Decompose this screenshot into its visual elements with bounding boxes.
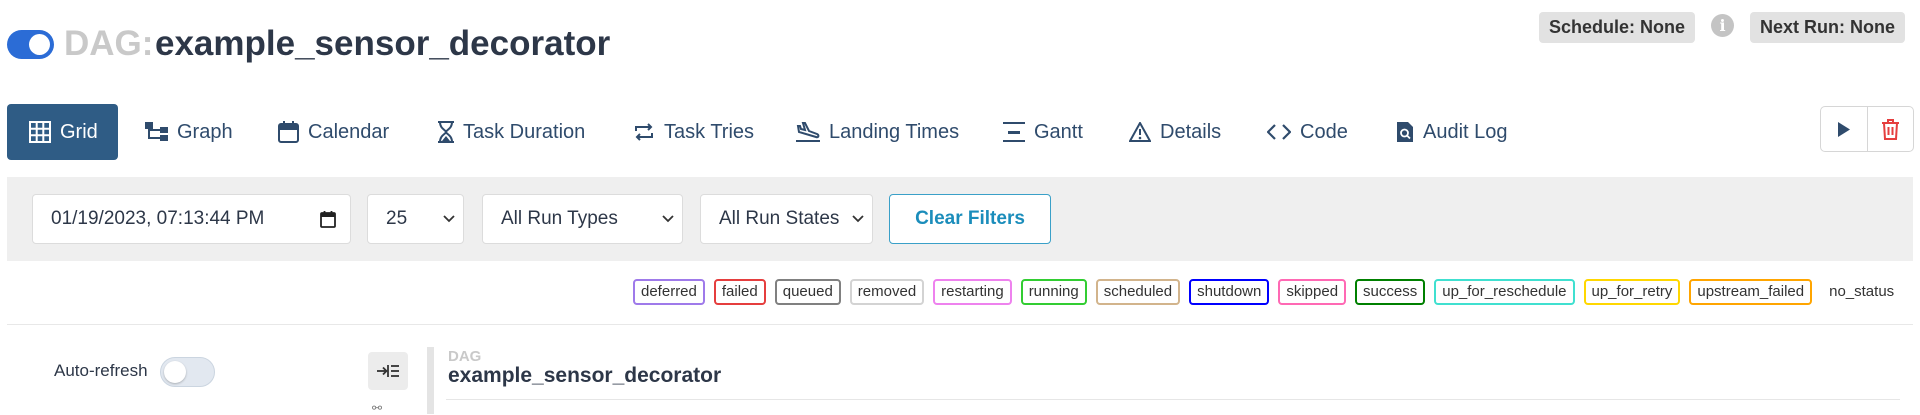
trigger-dag-button[interactable] xyxy=(1821,107,1867,151)
tab-landing-times[interactable]: Landing Times xyxy=(796,104,959,160)
details-panel-accent xyxy=(427,347,434,414)
tab-label: Graph xyxy=(177,120,233,143)
tab-label: Gantt xyxy=(1034,120,1083,143)
state-legend: deferred failed queued removed restarting run… xyxy=(633,279,1903,305)
details-divider xyxy=(446,399,1900,400)
dag-actions xyxy=(1820,106,1914,152)
trash-icon xyxy=(1881,118,1899,140)
warning-triangle-icon xyxy=(1129,122,1151,142)
tab-task-tries[interactable]: Task Tries xyxy=(633,104,754,160)
play-icon xyxy=(1837,121,1850,137)
legend-item-failed[interactable]: failed xyxy=(713,279,766,305)
tab-label: Grid xyxy=(60,120,98,143)
graph-icon xyxy=(145,122,168,141)
legend-item-restarting[interactable]: restarting xyxy=(933,279,1012,305)
num-runs-select[interactable]: 25 xyxy=(367,194,464,244)
tab-task-duration[interactable]: Task Duration xyxy=(438,104,585,160)
collapse-details-button[interactable] xyxy=(368,352,408,390)
gantt-icon xyxy=(1003,122,1025,142)
tab-label: Audit Log xyxy=(1423,120,1508,143)
tab-label: Task Duration xyxy=(463,120,586,143)
chevron-down-icon xyxy=(435,215,463,223)
tab-calendar[interactable]: Calendar xyxy=(278,104,389,160)
legend-item-running[interactable]: running xyxy=(1020,279,1087,305)
calendar-icon xyxy=(278,121,299,143)
legend-item-up-for-retry[interactable]: up_for_retry xyxy=(1583,279,1681,305)
tab-label: Task Tries xyxy=(664,120,755,143)
plane-landing-icon xyxy=(796,122,820,142)
link-icon[interactable]: ⚯ xyxy=(372,402,382,414)
tab-label: Landing Times xyxy=(829,120,960,143)
audit-log-icon xyxy=(1397,122,1413,142)
tab-label: Calendar xyxy=(308,120,390,143)
run-type-select[interactable]: All Run Types xyxy=(482,194,683,244)
tab-label: Code xyxy=(1300,120,1348,143)
code-icon xyxy=(1267,124,1291,140)
grid-icon xyxy=(29,121,51,143)
divider xyxy=(7,324,1913,325)
retry-icon xyxy=(635,123,653,141)
chevron-down-icon xyxy=(844,215,872,223)
calendar-picker-icon[interactable] xyxy=(306,210,350,228)
schedule-badge: Schedule: None xyxy=(1539,12,1696,43)
legend-item-scheduled[interactable]: scheduled xyxy=(1095,279,1181,305)
run-state-value: All Run States xyxy=(719,208,840,229)
legend-item-up-for-reschedule[interactable]: up_for_reschedule xyxy=(1434,279,1575,305)
auto-refresh-label: Auto-refresh xyxy=(54,361,148,380)
tab-details[interactable]: Details xyxy=(1129,104,1221,160)
info-icon[interactable]: i xyxy=(1711,14,1734,37)
delete-dag-button[interactable] xyxy=(1866,107,1914,151)
legend-item-removed[interactable]: removed xyxy=(849,279,925,305)
hourglass-icon xyxy=(438,121,454,143)
base-date-value: 01/19/2023, 07:13:44 PM xyxy=(51,208,265,229)
tab-gantt[interactable]: Gantt xyxy=(1003,104,1083,160)
legend-item-skipped[interactable]: skipped xyxy=(1278,279,1347,305)
legend-item-queued[interactable]: queued xyxy=(774,279,841,305)
collapse-icon xyxy=(377,365,399,377)
details-dag-label: DAG xyxy=(448,348,482,365)
base-date-input[interactable]: 01/19/2023, 07:13:44 PM xyxy=(32,194,351,244)
legend-item-upstream-failed[interactable]: upstream_failed xyxy=(1689,279,1813,305)
next-run-badge: Next Run: None xyxy=(1750,12,1905,43)
dag-pause-toggle[interactable] xyxy=(7,30,54,59)
chevron-down-icon xyxy=(654,215,682,223)
page-title: example_sensor_decorator xyxy=(155,24,611,63)
details-dag-name: example_sensor_decorator xyxy=(448,364,722,387)
legend-item-no-status[interactable]: no_status xyxy=(1821,279,1903,305)
dag-prefix-label: DAG: xyxy=(64,24,154,63)
tab-graph[interactable]: Graph xyxy=(145,104,233,160)
tab-grid[interactable]: Grid xyxy=(7,104,118,160)
run-state-select[interactable]: All Run States xyxy=(700,194,873,244)
clear-filters-button[interactable]: Clear Filters xyxy=(889,194,1051,244)
legend-item-success[interactable]: success xyxy=(1355,279,1426,305)
tab-audit-log[interactable]: Audit Log xyxy=(1396,104,1508,160)
auto-refresh-toggle[interactable] xyxy=(160,357,215,387)
tab-label: Details xyxy=(1160,120,1222,143)
num-runs-value: 25 xyxy=(386,208,408,229)
legend-item-deferred[interactable]: deferred xyxy=(633,279,705,305)
run-type-value: All Run Types xyxy=(501,208,618,229)
legend-item-shutdown[interactable]: shutdown xyxy=(1189,279,1270,305)
tab-code[interactable]: Code xyxy=(1267,104,1348,160)
